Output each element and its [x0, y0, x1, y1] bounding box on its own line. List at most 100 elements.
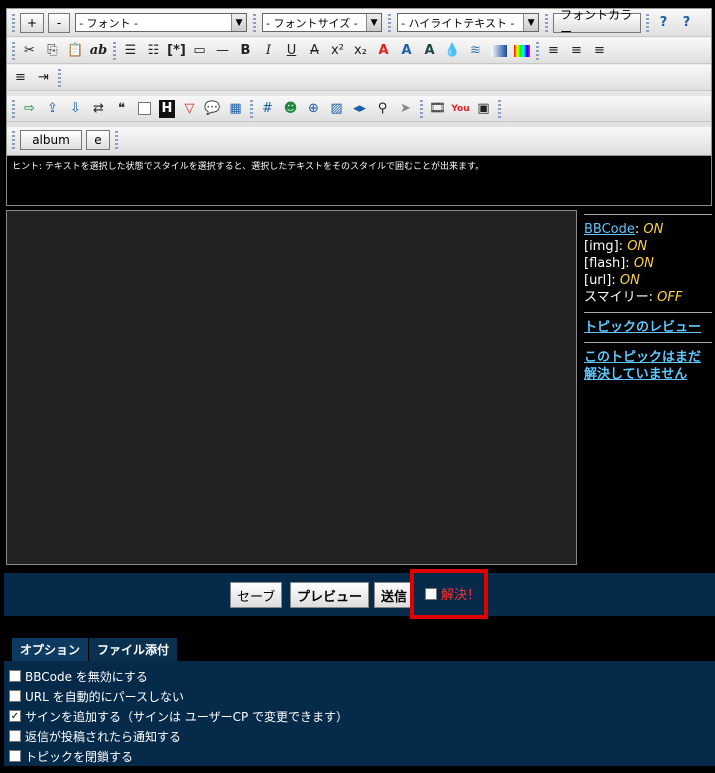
flash-icon[interactable]: ◂▸: [349, 98, 371, 120]
bbcode-status: BBCode: ON: [584, 222, 664, 237]
rainbow-icon[interactable]: [511, 40, 533, 62]
copy-icon[interactable]: ⎘: [42, 40, 64, 62]
tab-attachments[interactable]: ファイル添付: [89, 638, 178, 661]
topic-review-link[interactable]: トピックのレビュー: [584, 319, 712, 336]
option-checkbox[interactable]: [9, 750, 21, 762]
bbcode-link[interactable]: BBCode: [584, 222, 635, 237]
underline-icon[interactable]: U: [281, 40, 303, 62]
user-icon[interactable]: ☻: [280, 98, 302, 120]
toolbar-row-4: ⇨ ⇪ ⇩ ⇄ ❝ H ▽ 💬 ▦ # ☻ ⊕ ▨ ◂▸ ⚲ ➤ 🎞 You ▣: [7, 96, 711, 122]
tab-options[interactable]: オプション: [12, 638, 89, 661]
font-color-button[interactable]: フォントカラー: [553, 8, 642, 39]
paste-icon[interactable]: 📋: [65, 40, 87, 62]
image-icon[interactable]: ▨: [326, 98, 348, 120]
grip-handle[interactable]: [646, 13, 650, 32]
grip-handle[interactable]: [58, 68, 61, 87]
align-right-icon[interactable]: ≡: [589, 40, 611, 62]
grip-handle[interactable]: [250, 99, 253, 118]
solve-checkbox-row[interactable]: 解決！: [425, 584, 480, 603]
align-left-icon[interactable]: ≡: [543, 40, 565, 62]
option-lock-topic[interactable]: トピックを閉鎖する: [4, 746, 715, 766]
horizontal-rule-icon[interactable]: —: [212, 40, 234, 62]
list-item-icon[interactable]: [*]: [166, 40, 188, 62]
glow-text-icon[interactable]: A: [419, 40, 441, 62]
help-icon[interactable]: ?: [653, 12, 675, 34]
grip-handle[interactable]: [545, 13, 549, 32]
option-add-signature[interactable]: ✓ サインを追加する（サインは ユーザーCP で変更できます）: [4, 706, 715, 726]
spoiler-icon[interactable]: ▽: [179, 98, 201, 120]
grip-handle[interactable]: [420, 99, 423, 118]
solve-label: 解決！: [441, 588, 481, 603]
ordered-list-icon[interactable]: ☷: [143, 40, 165, 62]
send-button[interactable]: 送信: [374, 582, 415, 608]
font-color-a-icon[interactable]: A: [373, 40, 395, 62]
option-checkbox[interactable]: [9, 690, 21, 702]
wave-icon[interactable]: ≋: [465, 40, 487, 62]
insert-icon[interactable]: ⇨: [19, 98, 41, 120]
upload-icon[interactable]: ⇪: [42, 98, 64, 120]
option-label: URL を自動的にパースしない: [25, 689, 185, 704]
search-icon[interactable]: ⚲: [372, 98, 394, 120]
blank-box-icon[interactable]: [134, 98, 156, 120]
grip-handle[interactable]: [388, 13, 392, 32]
align-justify-icon[interactable]: ≡: [10, 67, 32, 89]
cut-icon[interactable]: ✂: [19, 40, 41, 62]
grip-handle[interactable]: [12, 13, 15, 32]
transfer-icon[interactable]: ⇄: [88, 98, 110, 120]
grip-handle[interactable]: [115, 131, 118, 149]
align-center-icon[interactable]: ≡: [566, 40, 588, 62]
highlight-select[interactable]: - ハイライトテキスト - ▼: [397, 13, 540, 32]
solve-checkbox[interactable]: [425, 587, 437, 600]
chevron-down-icon: ▼: [523, 14, 539, 31]
youtube-icon[interactable]: You: [450, 98, 472, 120]
gradient-icon[interactable]: [488, 40, 510, 62]
option-checkbox[interactable]: [9, 730, 21, 742]
option-no-url-parse[interactable]: URL を自動的にパースしない: [4, 686, 715, 706]
video-icon[interactable]: ▣: [473, 98, 495, 120]
decrease-button[interactable]: -: [48, 12, 71, 33]
water-drop-icon[interactable]: 💧: [442, 40, 464, 62]
unsolved-topic-link[interactable]: このトピックはまだ解決していません: [584, 349, 712, 383]
page-break-icon[interactable]: ▭: [189, 40, 211, 62]
font-select[interactable]: - フォント - ▼: [75, 13, 248, 32]
italic-icon[interactable]: I: [258, 40, 280, 62]
option-checkbox[interactable]: [9, 670, 21, 682]
grip-handle[interactable]: [498, 99, 501, 118]
cursor-icon[interactable]: ➤: [395, 98, 417, 120]
download-icon[interactable]: ⇩: [65, 98, 87, 120]
strikethrough-icon[interactable]: A: [304, 40, 326, 62]
chevron-down-icon: ▼: [366, 14, 382, 31]
preview-button[interactable]: プレビュー: [290, 582, 370, 608]
indent-icon[interactable]: ⇥: [33, 67, 55, 89]
font-size-select[interactable]: - フォントサイズ - ▼: [262, 13, 383, 32]
grip-handle[interactable]: [253, 13, 257, 32]
grip-handle[interactable]: [12, 41, 15, 60]
quote-list-icon[interactable]: ❝: [111, 98, 133, 120]
option-notify-reply[interactable]: 返信が投稿されたら通知する: [4, 726, 715, 746]
option-disable-bbcode[interactable]: BBCode を無効にする: [4, 666, 715, 686]
speech-bubble-icon[interactable]: 💬: [202, 98, 224, 120]
info-icon[interactable]: ?: [676, 12, 698, 34]
heading-icon[interactable]: H: [159, 99, 175, 118]
table-icon[interactable]: ▦: [225, 98, 247, 120]
grip-handle[interactable]: [12, 131, 15, 149]
grip-handle[interactable]: [536, 41, 539, 60]
shadow-text-icon[interactable]: A: [396, 40, 418, 62]
grip-handle[interactable]: [12, 99, 15, 118]
bold-icon[interactable]: B: [235, 40, 257, 62]
message-textarea[interactable]: [6, 210, 577, 565]
hash-icon[interactable]: #: [257, 98, 279, 120]
grip-handle[interactable]: [113, 41, 116, 60]
subscript-icon[interactable]: x₂: [350, 40, 372, 62]
save-button[interactable]: セーブ: [230, 582, 283, 608]
option-checkbox-checked[interactable]: ✓: [9, 710, 21, 722]
unordered-list-icon[interactable]: ☰: [120, 40, 142, 62]
e-button[interactable]: e: [86, 130, 110, 150]
film-icon[interactable]: 🎞: [427, 98, 449, 120]
attachment-icon[interactable]: ⊕: [303, 98, 325, 120]
divider: [584, 342, 712, 343]
album-button[interactable]: album: [20, 130, 82, 150]
superscript-icon[interactable]: x²: [327, 40, 349, 62]
increase-button[interactable]: +: [20, 12, 45, 33]
spellcheck-icon[interactable]: ab: [88, 40, 110, 62]
